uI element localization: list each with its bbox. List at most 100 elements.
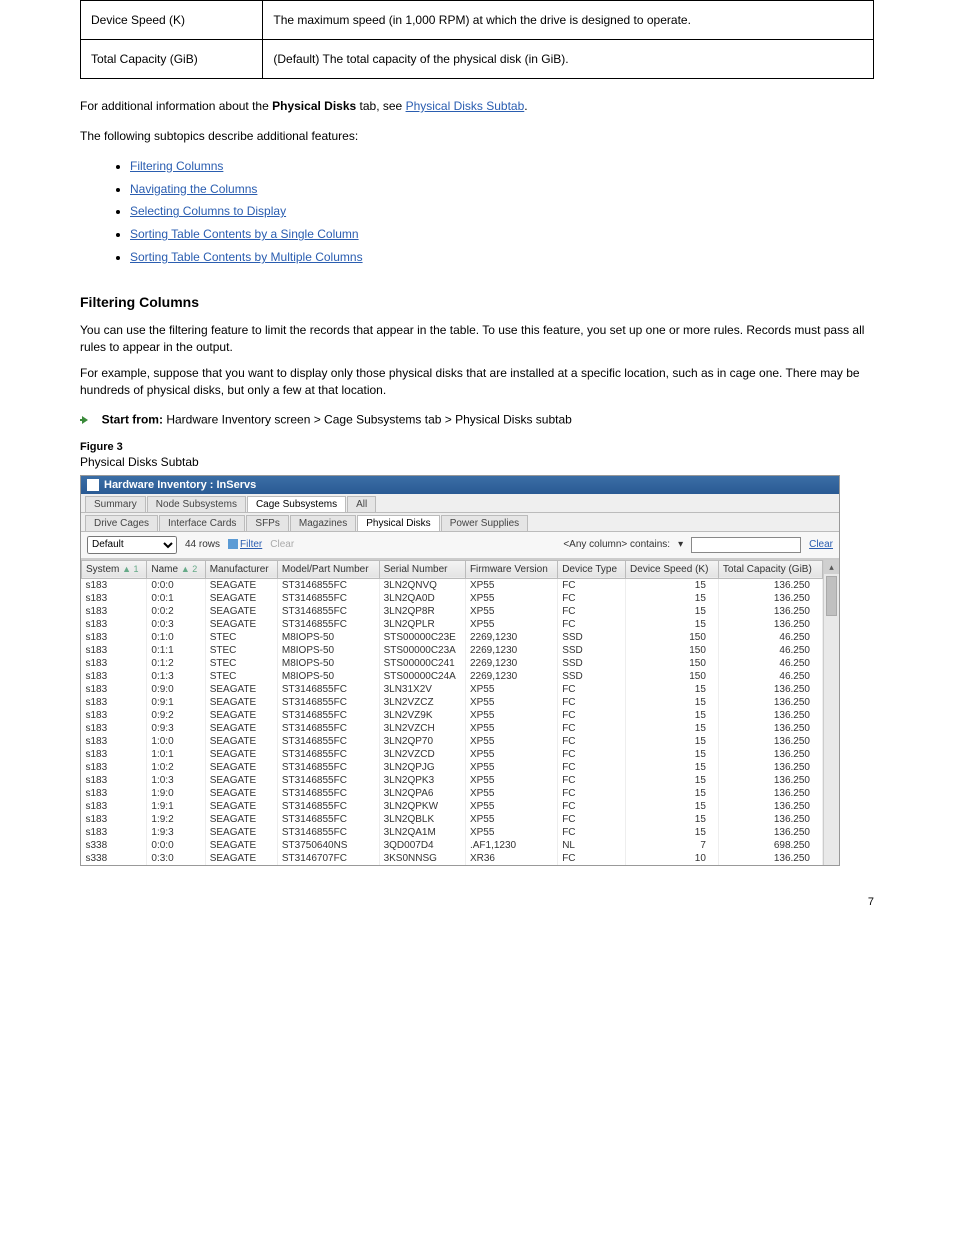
- cell: 136.250: [718, 605, 822, 618]
- sub-tab[interactable]: Magazines: [290, 515, 356, 531]
- preset-select[interactable]: Default: [87, 536, 177, 554]
- definition-desc: The maximum speed (in 1,000 RPM) at whic…: [263, 1, 874, 40]
- column-header[interactable]: Manufacturer: [205, 560, 277, 578]
- table-row[interactable]: s3380:3:0SEAGATEST3146707FC3KS0NNSGXR36F…: [82, 852, 839, 865]
- table-row[interactable]: s1831:9:1SEAGATEST3146855FC3LN2QPKWXP55F…: [82, 800, 839, 813]
- cell: s183: [82, 709, 147, 722]
- column-header[interactable]: Serial Number: [379, 560, 465, 578]
- cell: 15: [626, 696, 719, 709]
- table-row[interactable]: s1830:1:1STECM8IOPS-50STS00000C23A2269,1…: [82, 644, 839, 657]
- clear-link[interactable]: Clear: [809, 539, 833, 550]
- cell: s338: [82, 852, 147, 865]
- cell: STEC: [205, 670, 277, 683]
- cell: 136.250: [718, 761, 822, 774]
- table-row[interactable]: s1831:9:3SEAGATEST3146855FC3LN2QA1MXP55F…: [82, 826, 839, 839]
- figure-title: Physical Disks Subtab: [80, 455, 874, 469]
- cell: SSD: [558, 644, 626, 657]
- column-header[interactable]: Device Type: [558, 560, 626, 578]
- sub-tab[interactable]: SFPs: [246, 515, 288, 531]
- contains-label: <Any column> contains:: [563, 539, 670, 550]
- scroll-up-icon[interactable]: ▴: [824, 560, 839, 574]
- table-row[interactable]: s1830:9:2SEAGATEST3146855FC3LN2VZ9KXP55F…: [82, 709, 839, 722]
- cell: 0:1:2: [147, 657, 205, 670]
- table-row[interactable]: s1830:1:3STECM8IOPS-50STS00000C24A2269,1…: [82, 670, 839, 683]
- figure-number: Figure 3: [80, 441, 874, 453]
- table-row[interactable]: s3380:0:0SEAGATEST3750640NS3QD007D4.AF1,…: [82, 839, 839, 852]
- table-row[interactable]: s1830:9:1SEAGATEST3146855FC3LN2VZCZXP55F…: [82, 696, 839, 709]
- table-row[interactable]: s1830:0:3SEAGATEST3146855FC3LN2QPLRXP55F…: [82, 618, 839, 631]
- cell: 0:0:3: [147, 618, 205, 631]
- contains-dropdown-icon[interactable]: ▾: [678, 539, 683, 550]
- cell: 3LN2QP8R: [379, 605, 465, 618]
- top-tab[interactable]: All: [347, 496, 376, 512]
- scrollbar[interactable]: ▴: [823, 560, 839, 865]
- sub-tab[interactable]: Physical Disks: [357, 515, 439, 531]
- column-header[interactable]: System ▲ 1: [82, 560, 147, 578]
- cell: 0:9:0: [147, 683, 205, 696]
- cell: FC: [558, 735, 626, 748]
- cell: s183: [82, 631, 147, 644]
- cell: 15: [626, 618, 719, 631]
- cell: 2269,1230: [465, 631, 557, 644]
- cell: 10: [626, 852, 719, 865]
- search-input[interactable]: [691, 537, 801, 553]
- cell: 2269,1230: [465, 670, 557, 683]
- top-tab[interactable]: Node Subsystems: [147, 496, 246, 512]
- column-header[interactable]: Device Speed (K): [626, 560, 719, 578]
- table-row[interactable]: s1830:1:2STECM8IOPS-50STS00000C2412269,1…: [82, 657, 839, 670]
- column-header[interactable]: Total Capacity (GiB): [718, 560, 822, 578]
- filter-link[interactable]: Filter: [228, 539, 262, 550]
- nav-row: Start from: Hardware Inventory screen > …: [80, 411, 874, 427]
- intro-link[interactable]: Physical Disks Subtab: [406, 99, 525, 113]
- cell: 0:0:1: [147, 592, 205, 605]
- toc-item: Navigating the Columns: [130, 178, 874, 201]
- cell: 3QD007D4: [379, 839, 465, 852]
- cell: FC: [558, 696, 626, 709]
- cell: ST3146855FC: [277, 709, 379, 722]
- cell: ST3146855FC: [277, 696, 379, 709]
- toc-link[interactable]: Filtering Columns: [130, 159, 223, 173]
- cell: SSD: [558, 657, 626, 670]
- top-tab[interactable]: Summary: [85, 496, 146, 512]
- cell: STS00000C23A: [379, 644, 465, 657]
- table-row[interactable]: s1830:0:1SEAGATEST3146855FC3LN2QA0DXP55F…: [82, 592, 839, 605]
- definition-row: Total Capacity (GiB)(Default) The total …: [81, 40, 874, 79]
- table-row[interactable]: s1830:0:2SEAGATEST3146855FC3LN2QP8RXP55F…: [82, 605, 839, 618]
- table-row[interactable]: s1830:1:0STECM8IOPS-50STS00000C23E2269,1…: [82, 631, 839, 644]
- table-row[interactable]: s1831:0:1SEAGATEST3146855FC3LN2VZCDXP55F…: [82, 748, 839, 761]
- column-header[interactable]: Firmware Version: [465, 560, 557, 578]
- cell: 46.250: [718, 670, 822, 683]
- table-row[interactable]: s1831:0:2SEAGATEST3146855FC3LN2QPJGXP55F…: [82, 761, 839, 774]
- table-row[interactable]: s1831:0:3SEAGATEST3146855FC3LN2QPK3XP55F…: [82, 774, 839, 787]
- cell: XP55: [465, 592, 557, 605]
- table-row[interactable]: s1830:9:3SEAGATEST3146855FC3LN2VZCHXP55F…: [82, 722, 839, 735]
- table-row[interactable]: s1831:0:0SEAGATEST3146855FC3LN2QP70XP55F…: [82, 735, 839, 748]
- cell: STS00000C24A: [379, 670, 465, 683]
- table-row[interactable]: s1831:9:0SEAGATEST3146855FC3LN2QPA6XP55F…: [82, 787, 839, 800]
- toc-link[interactable]: Selecting Columns to Display: [130, 204, 286, 218]
- scroll-thumb[interactable]: [826, 576, 837, 616]
- sub-tab[interactable]: Power Supplies: [441, 515, 528, 531]
- top-tab[interactable]: Cage Subsystems: [247, 496, 346, 512]
- toc-link[interactable]: Sorting Table Contents by a Single Colum…: [130, 227, 359, 241]
- cell: XP55: [465, 709, 557, 722]
- cell: 3LN2QNVQ: [379, 578, 465, 592]
- cell: 46.250: [718, 657, 822, 670]
- column-header[interactable]: Name ▲ 2: [147, 560, 205, 578]
- table-row[interactable]: s1830:0:0SEAGATEST3146855FC3LN2QNVQXP55F…: [82, 578, 839, 592]
- sub-tab[interactable]: Drive Cages: [85, 515, 158, 531]
- toc-item: Filtering Columns: [130, 155, 874, 178]
- cell: SEAGATE: [205, 592, 277, 605]
- table-row[interactable]: s1831:9:2SEAGATEST3146855FC3LN2QBLKXP55F…: [82, 813, 839, 826]
- cell: 15: [626, 578, 719, 592]
- toc-link[interactable]: Sorting Table Contents by Multiple Colum…: [130, 250, 363, 264]
- toc-link[interactable]: Navigating the Columns: [130, 182, 257, 196]
- cell: FC: [558, 852, 626, 865]
- table-row[interactable]: s1830:9:0SEAGATEST3146855FC3LN31X2VXP55F…: [82, 683, 839, 696]
- cell: ST3146855FC: [277, 774, 379, 787]
- cell: SEAGATE: [205, 852, 277, 865]
- column-header[interactable]: Model/Part Number: [277, 560, 379, 578]
- sub-tab[interactable]: Interface Cards: [159, 515, 245, 531]
- cell: 3LN2QP70: [379, 735, 465, 748]
- cell: 1:0:3: [147, 774, 205, 787]
